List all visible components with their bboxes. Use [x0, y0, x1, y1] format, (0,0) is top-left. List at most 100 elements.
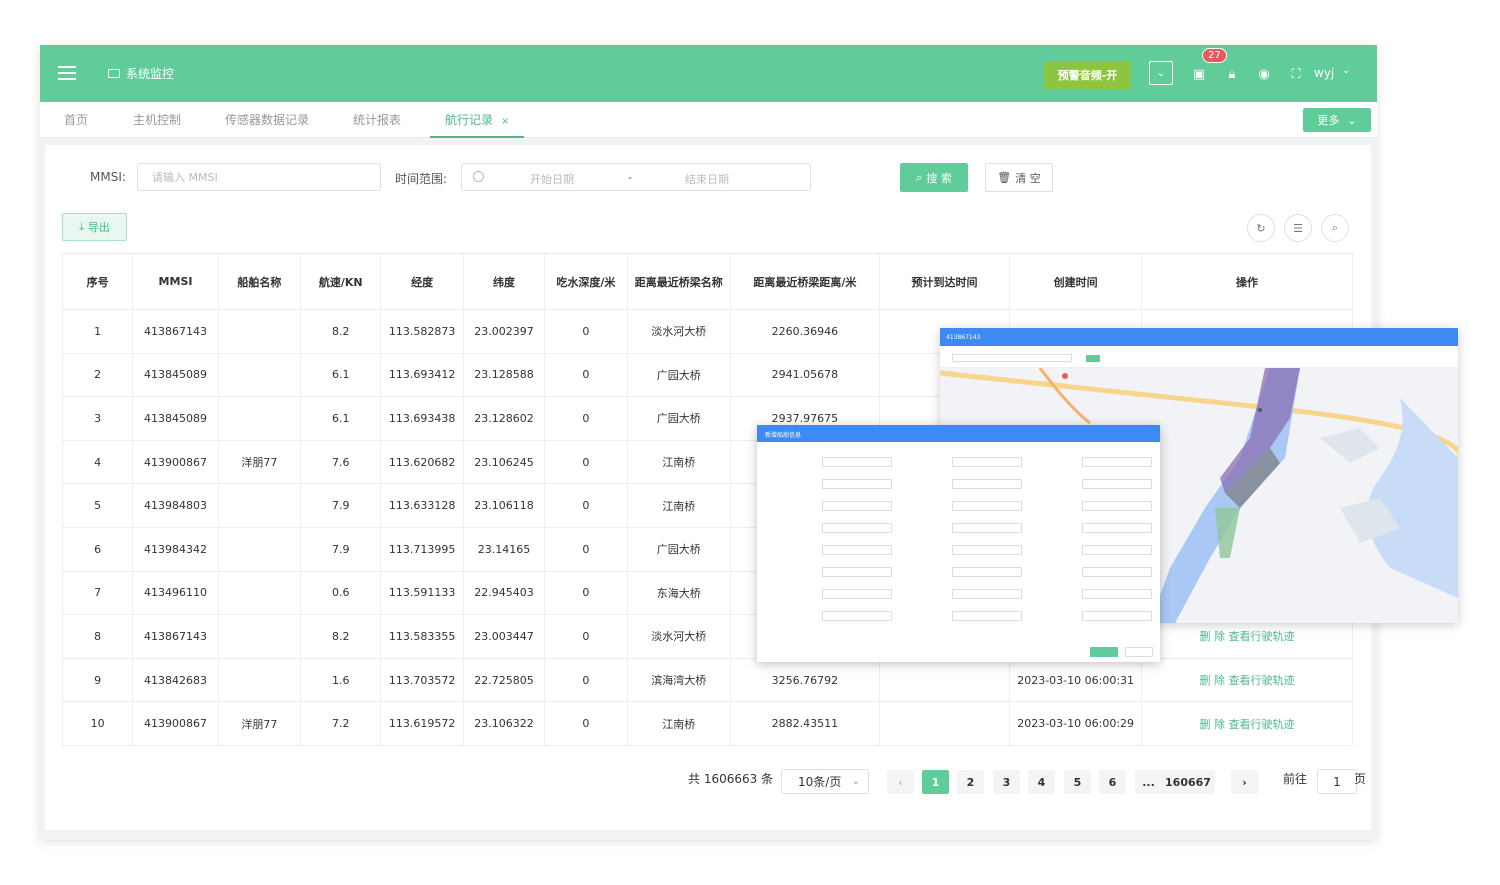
- table-cell: [878, 701, 1011, 746]
- form-field[interactable]: [952, 523, 1022, 533]
- start-date-input[interactable]: 开始日期: [530, 171, 574, 187]
- lock-icon[interactable]: 🔒︎: [1224, 66, 1240, 82]
- form-field[interactable]: [822, 457, 892, 467]
- save-button[interactable]: [1090, 647, 1118, 657]
- table-row[interactable]: 9 413842683 1.6 113.703572 22.725805 0 滨海湾大桥 32…: [61, 657, 1354, 703]
- form-field[interactable]: [1082, 523, 1152, 533]
- table-cell: 413900867: [132, 439, 219, 485]
- table-cell: 东海大桥: [626, 570, 732, 616]
- more-button[interactable]: 更多 ⌄: [1303, 108, 1371, 132]
- fullscreen-icon[interactable]: ⛶: [1288, 66, 1304, 82]
- table-cell: 广园大桥: [626, 352, 732, 398]
- form-field[interactable]: [822, 479, 892, 489]
- form-field[interactable]: [1082, 545, 1152, 555]
- table-cell: 113.693412: [380, 352, 464, 398]
- table-cell: [217, 570, 302, 616]
- refresh-icon[interactable]: ↻: [1247, 214, 1275, 242]
- table-header-cell: MMSI: [132, 253, 219, 310]
- table-cell: 0.6: [300, 570, 382, 616]
- cancel-button[interactable]: [1125, 647, 1153, 657]
- table-cell: 7.6: [300, 439, 382, 485]
- form-field[interactable]: [822, 523, 892, 533]
- table-cell: [217, 483, 302, 528]
- form-field[interactable]: [822, 567, 892, 577]
- form-field[interactable]: [952, 611, 1022, 621]
- close-icon[interactable]: ×: [501, 116, 509, 127]
- form-field[interactable]: [1082, 501, 1152, 511]
- table-cell: [217, 309, 302, 354]
- tab-sensor-records[interactable]: 传感器数据记录: [225, 102, 309, 138]
- table-row[interactable]: 10 413900867 洋朋77 7.2 113.619572 23.106322 0 江南…: [61, 701, 1354, 746]
- table-cell: 淡水河大桥: [626, 614, 732, 659]
- page-button[interactable]: 6: [1099, 770, 1126, 794]
- search-button[interactable]: ⌕ 搜 索: [900, 163, 968, 192]
- page-button[interactable]: 160667: [1161, 770, 1215, 794]
- page-button[interactable]: 1: [922, 770, 949, 794]
- user-name[interactable]: wyj: [1314, 66, 1334, 80]
- mmsi-input[interactable]: 请输入 MMSI: [137, 163, 381, 191]
- chevron-down-icon[interactable]: ⌄: [1342, 65, 1350, 76]
- table-cell: 广园大桥: [626, 526, 732, 572]
- date-range-picker[interactable]: 开始日期 - 结束日期: [461, 163, 811, 191]
- search-icon[interactable]: ⌕: [1321, 214, 1349, 242]
- form-field[interactable]: [1082, 567, 1152, 577]
- dropdown-icon[interactable]: ⌄: [1149, 61, 1173, 85]
- form-field[interactable]: [1082, 611, 1152, 621]
- filter-settings-icon[interactable]: ☰: [1284, 214, 1312, 242]
- page-button[interactable]: 5: [1064, 770, 1091, 794]
- table-header-cell: 航速/KN: [300, 253, 382, 310]
- row-actions[interactable]: 删 除 查看行驶轨迹: [1140, 657, 1354, 703]
- table-cell: 0: [544, 309, 628, 354]
- trash-icon: 🗑︎: [997, 171, 1012, 184]
- table-cell: 413845089: [132, 396, 219, 441]
- tab-voyage-records[interactable]: 航行记录 ×: [430, 102, 525, 138]
- tab-statistics[interactable]: 统计报表: [353, 102, 401, 138]
- page-ellipsis[interactable]: ...: [1135, 770, 1162, 794]
- download-icon: ⤓: [79, 220, 84, 233]
- table-cell: 413984342: [132, 526, 219, 572]
- table-header-cell: 距离最近桥梁名称: [626, 253, 732, 310]
- table-cell: 滨海湾大桥: [626, 657, 732, 703]
- form-field[interactable]: [952, 501, 1022, 511]
- form-field[interactable]: [952, 479, 1022, 489]
- tab-host-control[interactable]: 主机控制: [133, 102, 181, 138]
- table-cell: 113.591133: [380, 570, 464, 616]
- goto-page-input[interactable]: 1: [1317, 769, 1357, 794]
- row-actions[interactable]: 删 除 查看行驶轨迹: [1140, 701, 1354, 746]
- table-cell: 0: [544, 614, 628, 659]
- form-field[interactable]: [822, 611, 892, 621]
- table-cell: 113.619572: [380, 701, 464, 746]
- clear-button[interactable]: 🗑︎ 清 空: [985, 163, 1053, 192]
- notification-badge: 27: [1202, 48, 1227, 63]
- page-button[interactable]: 3: [993, 770, 1020, 794]
- next-page-button[interactable]: ›: [1231, 770, 1258, 794]
- form-field[interactable]: [822, 501, 892, 511]
- form-field[interactable]: [952, 457, 1022, 467]
- eye-icon[interactable]: ◉: [1256, 66, 1272, 82]
- end-date-input[interactable]: 结束日期: [685, 171, 729, 187]
- page-size-select[interactable]: 10条/页 ⌄: [781, 769, 869, 794]
- page-button[interactable]: 4: [1028, 770, 1055, 794]
- warning-audio-button[interactable]: 预警音频-开: [1044, 61, 1131, 89]
- menu-toggle-icon[interactable]: [58, 66, 76, 80]
- form-field[interactable]: [822, 545, 892, 555]
- form-field[interactable]: [1082, 479, 1152, 489]
- prev-page-button[interactable]: ‹: [887, 770, 914, 794]
- tab-home[interactable]: 首页: [64, 102, 88, 138]
- form-field[interactable]: [1082, 457, 1152, 467]
- table-cell: 113.582873: [380, 309, 464, 354]
- form-field[interactable]: [952, 589, 1022, 599]
- table-cell: 23.128602: [462, 396, 546, 441]
- export-button[interactable]: ⤓ 导出: [62, 213, 127, 241]
- form-field[interactable]: [952, 545, 1022, 555]
- form-field[interactable]: [1082, 589, 1152, 599]
- table-cell: 6.1: [300, 396, 382, 441]
- table-cell: 113.693438: [380, 396, 464, 441]
- table-cell: 7.2: [300, 701, 382, 746]
- page-button[interactable]: 2: [957, 770, 984, 794]
- form-field[interactable]: [822, 589, 892, 599]
- form-field[interactable]: [952, 567, 1022, 577]
- table-cell: 3: [61, 396, 134, 441]
- table-cell: 23.106118: [462, 483, 546, 528]
- notification-icon[interactable]: ▣: [1191, 66, 1207, 82]
